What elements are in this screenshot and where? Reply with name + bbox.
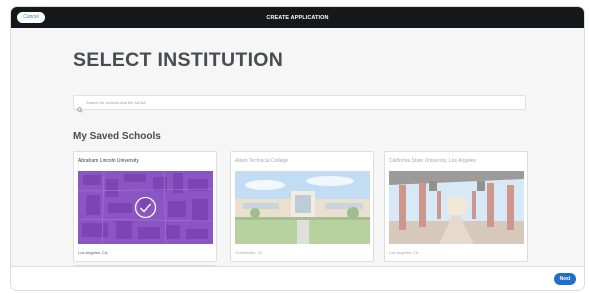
window-title: CREATE APPLICATION (266, 14, 329, 21)
search-placeholder: Search for schools and the NCAA (86, 100, 146, 105)
college-building-image (235, 171, 370, 244)
campus-aerial-image (78, 171, 213, 244)
bottom-bar: Next (11, 266, 584, 290)
school-name: Aiken Technical College (235, 158, 288, 164)
school-location: Los Angeles, CA (78, 250, 108, 255)
search-input[interactable]: Search for schools and the NCAA (73, 95, 526, 113)
school-location: Los Angeles, CA (389, 250, 419, 255)
school-name: California State University, Los Angeles (389, 158, 477, 164)
top-bar: Cancel CREATE APPLICATION (11, 7, 584, 28)
school-card-selected[interactable]: Abraham Lincoln University Los Angeles, … (73, 151, 217, 262)
saved-schools-heading: My Saved Schools (73, 131, 161, 142)
school-card[interactable]: Aiken Technical College Graniteville, SC (230, 151, 374, 262)
application-window: Cancel CREATE APPLICATION SELECT INSTITU… (10, 6, 585, 291)
campus-walkway-image (389, 171, 524, 244)
search-icon (77, 100, 83, 113)
cancel-button[interactable]: Cancel (17, 12, 45, 23)
school-location: Graniteville, SC (235, 250, 263, 255)
school-name: Abraham Lincoln University (78, 158, 139, 164)
page-title: SELECT INSTITUTION (73, 49, 284, 71)
school-card[interactable]: California State University, Los Angeles… (384, 151, 528, 262)
next-button[interactable]: Next (554, 273, 576, 285)
